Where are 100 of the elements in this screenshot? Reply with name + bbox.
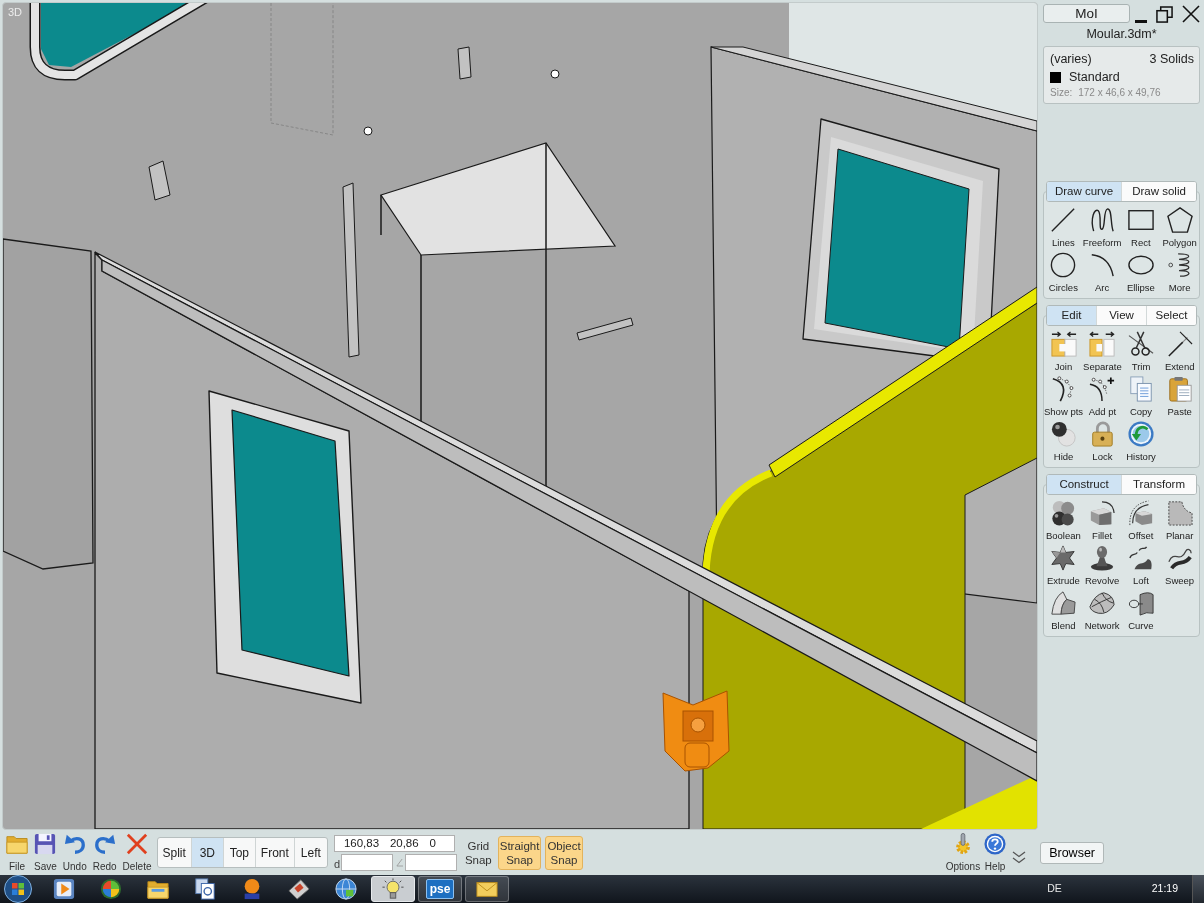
- padlock-icon: [1089, 421, 1116, 447]
- folder-icon: [6, 833, 28, 855]
- tool-button[interactable]: Paste: [1160, 375, 1199, 420]
- four-part-orb-icon: [100, 878, 122, 900]
- arc-icon: [1089, 252, 1116, 278]
- tool-button[interactable]: Extend: [1160, 330, 1199, 375]
- view-button[interactable]: Front: [255, 838, 295, 867]
- toolbar-button[interactable]: Delete: [119, 833, 155, 872]
- coordinate-value: 160,83: [343, 835, 380, 851]
- palette-tab[interactable]: Edit: [1047, 306, 1097, 325]
- snap-toggle[interactable]: Object Snap: [545, 835, 583, 870]
- redo-arrow-icon: [93, 833, 116, 855]
- tool-button[interactable]: Planar: [1160, 499, 1199, 544]
- tool-button[interactable]: Join: [1044, 330, 1084, 375]
- view-button[interactable]: 3D: [191, 838, 224, 867]
- document-stack-icon: [194, 878, 216, 900]
- tool-button[interactable]: Freeform: [1082, 206, 1122, 251]
- tool-button[interactable]: Network: [1082, 589, 1122, 634]
- toolbar-button[interactable]: File: [3, 833, 31, 872]
- spheres-boolean-icon: [1050, 500, 1077, 526]
- coordinate-value: 20,86: [389, 835, 419, 851]
- circle-icon: [1050, 252, 1077, 278]
- tool-button[interactable]: Add pt: [1083, 375, 1122, 420]
- fillet-box-icon: [1089, 500, 1116, 526]
- restore-button[interactable]: [1156, 5, 1173, 23]
- app-menu-button[interactable]: MoI: [1043, 4, 1130, 23]
- view-button[interactable]: Top: [223, 838, 256, 867]
- palette-tab[interactable]: Construct: [1047, 475, 1122, 494]
- planar-surface-icon: [1166, 500, 1193, 526]
- tool-button[interactable]: Show pts: [1044, 375, 1084, 420]
- rectangle-icon: [1127, 207, 1154, 233]
- tool-button[interactable]: Ellipse: [1121, 251, 1161, 296]
- view-button[interactable]: Left: [294, 838, 327, 867]
- toolbar-button[interactable]: Save: [31, 833, 60, 872]
- tool-button[interactable]: More: [1160, 251, 1199, 296]
- angle-icon: [395, 857, 403, 867]
- tool-button[interactable]: Extrude: [1044, 544, 1083, 589]
- tool-button[interactable]: Lock: [1083, 420, 1122, 465]
- wall-hole: [550, 69, 560, 79]
- tool-button[interactable]: Loft: [1121, 544, 1161, 589]
- tool-button[interactable]: Circles: [1044, 251, 1083, 296]
- play-icon: [53, 878, 75, 900]
- spheres-icon: [1050, 421, 1077, 447]
- toolbar-button[interactable]: Options: [943, 833, 983, 872]
- snap-toggle[interactable]: Straight Snap: [497, 835, 542, 870]
- tool-button[interactable]: Offset: [1121, 499, 1161, 544]
- taskbar-app-button[interactable]: pse: [418, 876, 462, 902]
- wall-slot: [576, 317, 634, 341]
- extend-line-icon: [1166, 331, 1193, 357]
- curve-surface-icon: [1127, 590, 1154, 616]
- viewport-label: 3D: [8, 6, 23, 19]
- coordinate-value: 0: [429, 835, 436, 851]
- diagonal-line-icon: [1050, 207, 1077, 233]
- tool-button[interactable]: Arc: [1082, 251, 1122, 296]
- view-button[interactable]: Split: [157, 838, 192, 867]
- browser-button[interactable]: Browser: [1040, 841, 1104, 864]
- tool-button[interactable]: Blend: [1044, 589, 1083, 634]
- blend-surface-icon: [1050, 590, 1077, 616]
- add-point-icon: [1089, 376, 1116, 402]
- tool-button[interactable]: History: [1121, 420, 1161, 465]
- extruded-star-icon: [1050, 545, 1077, 571]
- wall-slot: [148, 160, 171, 201]
- size-value: 172 x 46,6 x 49,76: [1078, 86, 1161, 100]
- close-button[interactable]: [1182, 4, 1200, 23]
- offset-box-icon: [1127, 500, 1154, 526]
- object-count: 3 Solids: [1149, 51, 1194, 68]
- angle-field[interactable]: [404, 853, 457, 871]
- tool-button[interactable]: Rect: [1121, 206, 1161, 251]
- tool-button[interactable]: Separate: [1083, 330, 1122, 375]
- network-surface-icon: [1089, 590, 1116, 616]
- toolbar-button[interactable]: Undo: [59, 833, 90, 872]
- tool-button[interactable]: Polygon: [1160, 206, 1199, 251]
- distance-field[interactable]: [340, 853, 393, 871]
- color-swatch-icon: [1050, 71, 1061, 83]
- snap-toggle[interactable]: Grid Snap: [462, 835, 494, 870]
- loft-curves-icon: [1127, 545, 1154, 571]
- tool-button[interactable]: Curve: [1121, 589, 1161, 634]
- tool-button[interactable]: Revolve: [1082, 544, 1122, 589]
- style-name: Standard: [1069, 69, 1120, 86]
- minimize-icon: [1135, 19, 1147, 23]
- tool-button[interactable]: Boolean: [1044, 499, 1083, 544]
- expand-button[interactable]: [1012, 851, 1027, 864]
- minimize-button[interactable]: [1135, 19, 1147, 23]
- palette-tab[interactable]: Draw curve: [1047, 182, 1122, 201]
- globe-icon: [335, 878, 357, 900]
- size-label: Size:: [1050, 86, 1073, 100]
- file-title: Moular.3dm*: [1085, 27, 1158, 42]
- tool-button[interactable]: Sweep: [1160, 544, 1199, 589]
- toolbar-button[interactable]: Redo: [89, 833, 120, 872]
- delete-x-icon: [126, 833, 149, 855]
- tool-button[interactable]: Hide: [1044, 420, 1084, 465]
- tool-button[interactable]: Trim: [1121, 330, 1161, 375]
- undo-arrow-icon: [63, 833, 86, 855]
- tool-button[interactable]: Lines: [1044, 206, 1083, 251]
- clock-time: 21:19: [1151, 881, 1178, 897]
- copy-icon: [1128, 376, 1155, 402]
- tool-button[interactable]: Copy: [1121, 375, 1161, 420]
- toolbar-button[interactable]: Help: [982, 833, 1009, 872]
- scanner-icon: [288, 878, 310, 900]
- tool-button[interactable]: Fillet: [1082, 499, 1122, 544]
